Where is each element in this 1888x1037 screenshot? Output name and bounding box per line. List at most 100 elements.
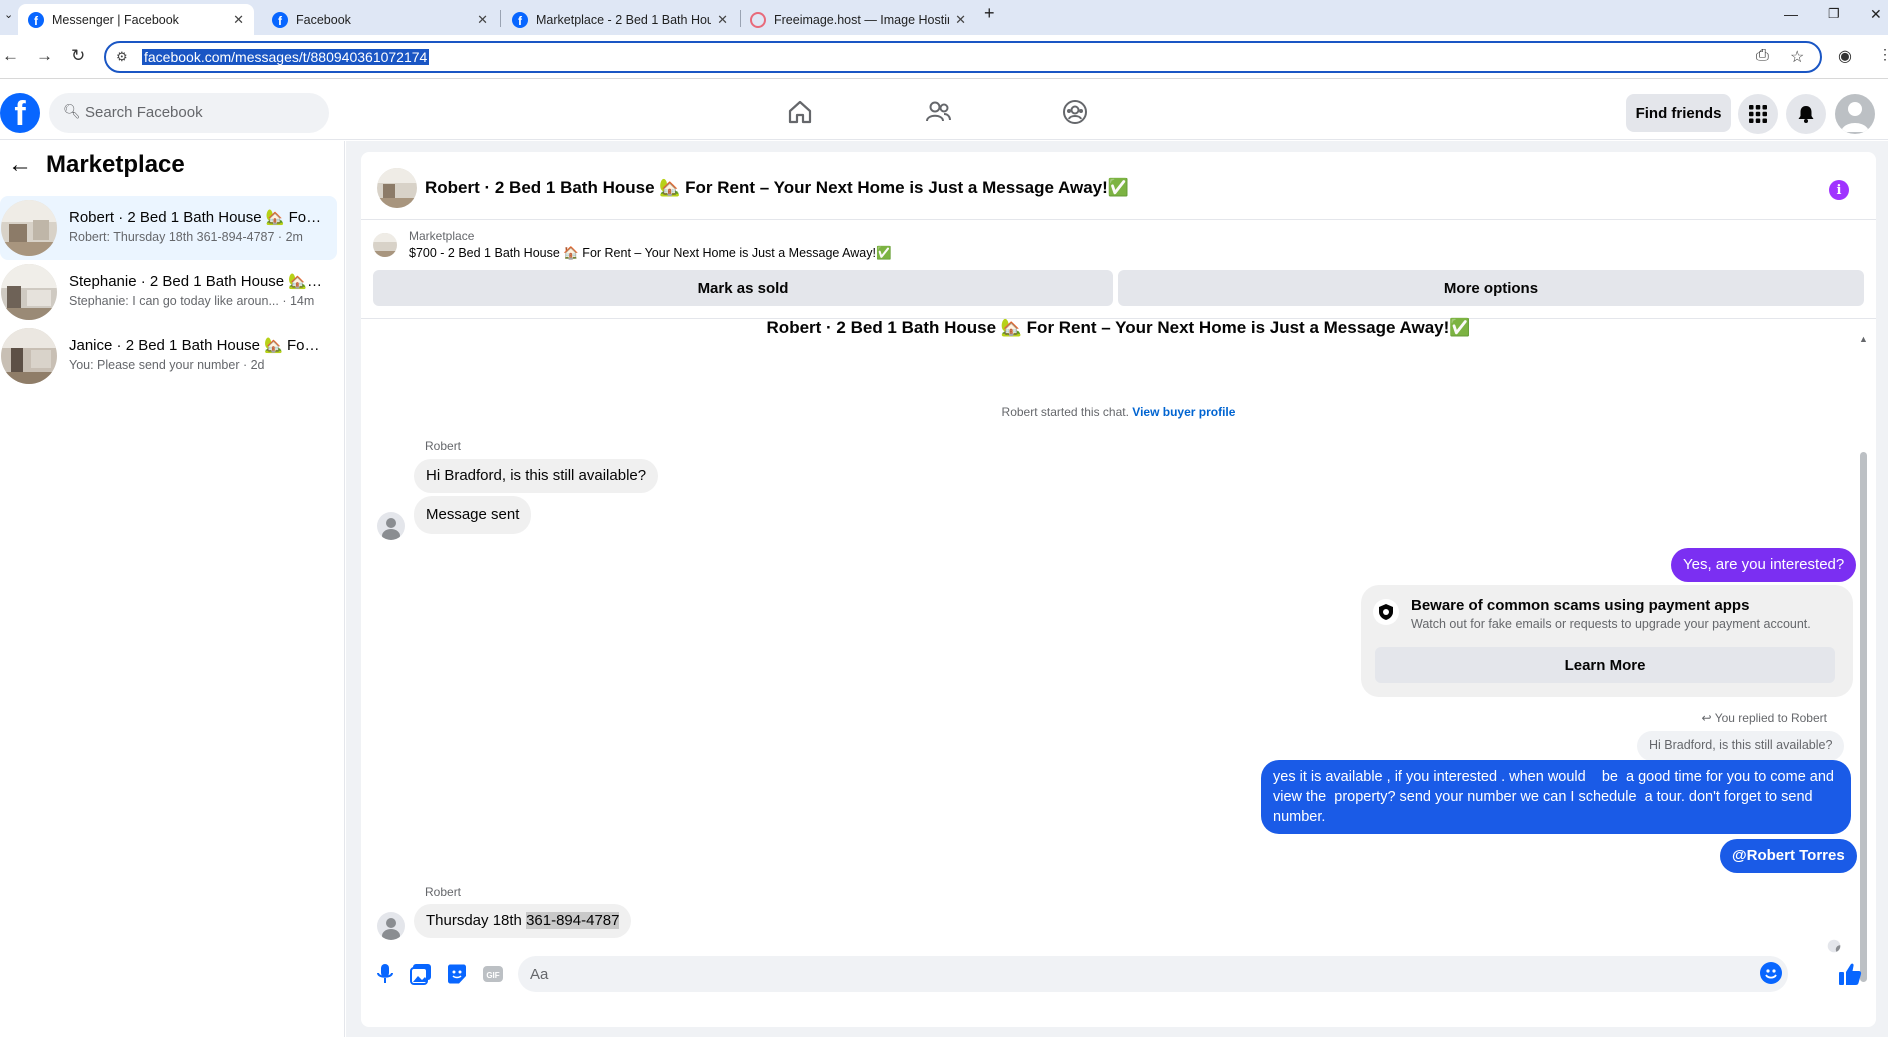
search-icon: 🔍︎ (63, 103, 81, 119)
tab-facebook[interactable]: f Facebook ✕ (262, 4, 498, 35)
sidebar-title: Marketplace (46, 151, 185, 178)
quoted-message[interactable]: Hi Bradford, is this still available? (1637, 731, 1845, 761)
url-text[interactable]: facebook.com/messages/t/880940361072174 (142, 49, 430, 65)
back-arrow-icon[interactable]: ← (8, 151, 32, 179)
account-avatar[interactable] (1835, 94, 1875, 134)
scam-warning-card: Beware of common scams using payment app… (1361, 585, 1853, 697)
conversation-title: Robert · 2 Bed 1 Bath House 🏡 For Rent –… (766, 318, 1471, 337)
listing-thumbnail (1, 200, 57, 256)
tab-messenger[interactable]: f Messenger | Facebook ✕ (18, 4, 254, 35)
find-friends-button[interactable]: Find friends (1626, 94, 1731, 132)
more-options-button[interactable]: More options (1118, 270, 1864, 306)
home-icon[interactable] (786, 98, 814, 126)
conversation-preview: Stephanie: I can go today like aroun... … (69, 294, 315, 308)
friends-icon[interactable] (924, 98, 952, 126)
incoming-message[interactable]: Message sent (414, 496, 532, 534)
reload-icon[interactable]: ↻ (71, 46, 85, 66)
search-input[interactable]: 🔍︎ Search Facebook (49, 93, 329, 133)
outgoing-message[interactable]: @Robert Torres (1720, 839, 1857, 873)
close-window-icon[interactable]: ✕ (1870, 6, 1882, 23)
listing-title[interactable]: $700 - 2 Bed 1 Bath House 🏠 For Rent – Y… (409, 246, 892, 261)
outgoing-message[interactable]: yes it is available , if you interested … (1261, 760, 1851, 834)
back-icon[interactable]: ← (2, 46, 19, 66)
learn-more-button[interactable]: Learn More (1375, 647, 1835, 683)
chat-title[interactable]: Robert · 2 Bed 1 Bath House 🏡 For Rent –… (425, 178, 1129, 198)
scroll-up-icon[interactable]: ▲ (1859, 334, 1868, 344)
facebook-header: f 🔍︎ Search Facebook Find friends (0, 80, 1888, 140)
facebook-icon: f (28, 11, 44, 28)
profile-icon[interactable]: ◉ (1838, 46, 1852, 66)
tab-title: Marketplace - 2 Bed 1 Bath Hou (536, 12, 712, 27)
microphone-icon[interactable] (373, 962, 397, 986)
forward-icon[interactable]: → (36, 46, 53, 66)
conversation-name: Robert · 2 Bed 1 Bath House 🏡 For Rent –… (69, 209, 324, 226)
facebook-icon: f (272, 11, 288, 28)
conversation-preview: Robert: Thursday 18th 361-894-4787 · 2m (69, 230, 303, 244)
tab-separator (500, 10, 501, 27)
photo-icon[interactable] (409, 962, 433, 986)
sidebar-header: ← Marketplace (8, 151, 185, 179)
tab-title: Messenger | Facebook (52, 12, 179, 27)
tab-freeimage[interactable]: Freeimage.host — Image Hostin ✕ (740, 4, 976, 35)
notifications-bell-icon[interactable] (1786, 94, 1826, 134)
listing-kind: Marketplace (409, 229, 475, 243)
chat-panel: Robert · 2 Bed 1 Bath House 🏡 For Rent –… (361, 152, 1876, 1027)
gif-icon[interactable]: GIF (481, 962, 505, 986)
conversation-item[interactable]: Janice · 2 Bed 1 Bath House 🏡 For Rent Y… (0, 324, 337, 388)
emoji-icon[interactable] (1760, 962, 1782, 984)
facebook-logo-icon[interactable]: f (0, 93, 40, 133)
browser-menu-icon[interactable]: ⋮ (1878, 46, 1888, 63)
install-app-icon[interactable]: ⎙ (1756, 47, 1769, 65)
chat-avatar[interactable] (377, 168, 417, 208)
url-field[interactable]: ⚙ facebook.com/messages/t/88094036107217… (104, 41, 1822, 73)
scrollbar-thumb[interactable] (1860, 452, 1867, 982)
freeimage-icon (750, 11, 766, 28)
conversation-name: Stephanie · 2 Bed 1 Bath House 🏡 For Ren… (69, 273, 324, 290)
sender-avatar[interactable] (377, 512, 405, 540)
groups-icon[interactable] (1061, 98, 1089, 126)
new-tab-icon[interactable]: + (984, 3, 995, 24)
search-placeholder: Search Facebook (85, 104, 203, 121)
listing-thumbnail (1, 328, 57, 384)
close-tab-icon[interactable]: ✕ (717, 12, 728, 28)
conversation-preview: You: Please send your number · 2d (69, 358, 265, 372)
close-tab-icon[interactable]: ✕ (233, 12, 244, 28)
replied-text: You replied to Robert (1714, 711, 1827, 725)
sticker-icon[interactable] (445, 962, 469, 986)
conversation-item[interactable]: Robert · 2 Bed 1 Bath House 🏡 For Rent –… (0, 196, 337, 260)
chat-header: Robert · 2 Bed 1 Bath House 🏡 For Rent –… (361, 152, 1876, 220)
thumbs-up-icon[interactable] (1837, 961, 1863, 987)
chat-scrollbar[interactable]: ▲ (1859, 334, 1869, 982)
phone-number[interactable]: 361-894-4787 (526, 912, 620, 929)
close-tab-icon[interactable]: ✕ (955, 12, 966, 28)
incoming-message[interactable]: Hi Bradford, is this still available? (414, 459, 659, 493)
restore-icon[interactable]: ❐ (1828, 6, 1840, 22)
info-icon[interactable]: i (1829, 180, 1849, 200)
conversation-item[interactable]: Stephanie · 2 Bed 1 Bath House 🏡 For Ren… (0, 260, 337, 324)
shield-icon (1373, 599, 1399, 625)
sender-name: Robert (425, 439, 462, 453)
started-text: Robert started this chat. (1001, 405, 1129, 419)
sender-avatar[interactable] (377, 912, 405, 940)
incoming-message[interactable]: Thursday 18th 361-894-4787 (414, 904, 632, 938)
message-input[interactable]: Aa (518, 956, 1788, 992)
view-buyer-profile-link[interactable]: View buyer profile (1132, 405, 1235, 419)
mark-as-sold-button[interactable]: Mark as sold (373, 270, 1113, 306)
tab-search-icon[interactable]: ⌄ (4, 8, 13, 21)
minimize-icon[interactable]: — (1784, 6, 1798, 22)
tab-title: Facebook (296, 12, 351, 27)
tab-title: Freeimage.host — Image Hostin (774, 12, 950, 27)
address-bar: ← → ↻ ⚙ facebook.com/messages/t/88094036… (0, 35, 1888, 79)
outgoing-message[interactable]: Yes, are you interested? (1671, 548, 1857, 582)
sender-name: Robert (425, 885, 462, 899)
site-info-icon[interactable]: ⚙ (116, 49, 128, 65)
close-tab-icon[interactable]: ✕ (477, 12, 488, 28)
listing-thumbnail (1, 264, 57, 320)
message-text: Thursday 18th (426, 912, 527, 929)
bookmark-star-icon[interactable]: ☆ (1790, 47, 1804, 67)
menu-grid-icon[interactable] (1738, 94, 1778, 134)
svg-text:GIF: GIF (486, 971, 499, 980)
warning-subtitle: Watch out for fake emails or requests to… (1411, 617, 1811, 631)
listing-thumbnail (373, 233, 397, 257)
tab-marketplace[interactable]: f Marketplace - 2 Bed 1 Bath Hou ✕ (502, 4, 738, 35)
